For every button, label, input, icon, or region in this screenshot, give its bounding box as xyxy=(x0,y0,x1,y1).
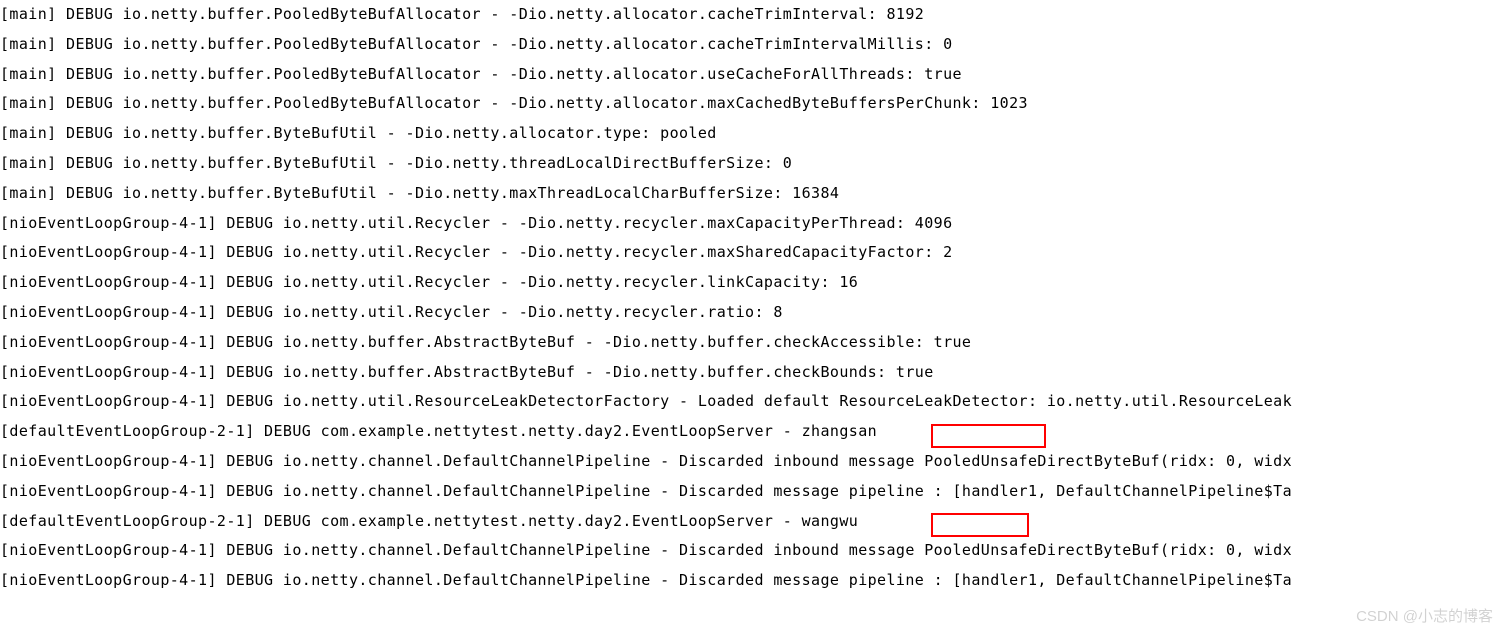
log-line: [nioEventLoopGroup-4-1] DEBUG io.netty.u… xyxy=(0,268,1505,298)
log-line: [nioEventLoopGroup-4-1] DEBUG io.netty.c… xyxy=(0,477,1505,507)
log-line: [main] DEBUG io.netty.buffer.PooledByteB… xyxy=(0,0,1505,30)
log-line: [main] DEBUG io.netty.buffer.ByteBufUtil… xyxy=(0,179,1505,209)
log-line: [nioEventLoopGroup-4-1] DEBUG io.netty.b… xyxy=(0,358,1505,388)
log-line: [nioEventLoopGroup-4-1] DEBUG io.netty.b… xyxy=(0,328,1505,358)
log-line: [main] DEBUG io.netty.buffer.ByteBufUtil… xyxy=(0,149,1505,179)
log-line: [nioEventLoopGroup-4-1] DEBUG io.netty.c… xyxy=(0,536,1505,566)
log-line: [nioEventLoopGroup-4-1] DEBUG io.netty.u… xyxy=(0,209,1505,239)
log-line: [nioEventLoopGroup-4-1] DEBUG io.netty.c… xyxy=(0,447,1505,477)
log-line: [main] DEBUG io.netty.buffer.PooledByteB… xyxy=(0,30,1505,60)
log-line: [nioEventLoopGroup-4-1] DEBUG io.netty.u… xyxy=(0,298,1505,328)
log-line: [nioEventLoopGroup-4-1] DEBUG io.netty.c… xyxy=(0,566,1505,596)
log-line: [defaultEventLoopGroup-2-1] DEBUG com.ex… xyxy=(0,417,1505,447)
log-line: [main] DEBUG io.netty.buffer.PooledByteB… xyxy=(0,60,1505,90)
log-line: [nioEventLoopGroup-4-1] DEBUG io.netty.u… xyxy=(0,238,1505,268)
log-output-container: [main] DEBUG io.netty.buffer.PooledByteB… xyxy=(0,0,1505,596)
log-line: [nioEventLoopGroup-4-1] DEBUG io.netty.u… xyxy=(0,387,1505,417)
csdn-watermark: CSDN @小志的博客 xyxy=(1356,602,1493,632)
log-line: [defaultEventLoopGroup-2-1] DEBUG com.ex… xyxy=(0,507,1505,537)
log-line: [main] DEBUG io.netty.buffer.ByteBufUtil… xyxy=(0,119,1505,149)
log-line: [main] DEBUG io.netty.buffer.PooledByteB… xyxy=(0,89,1505,119)
